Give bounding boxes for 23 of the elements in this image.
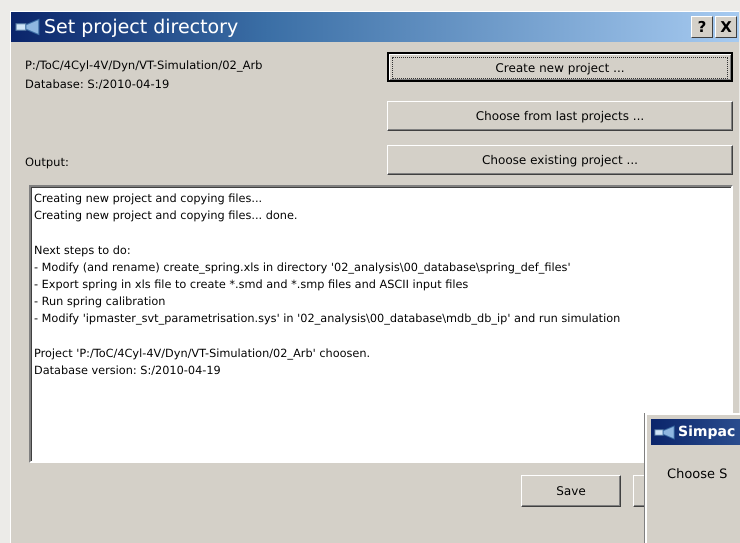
output-label: Output: [25, 155, 69, 171]
help-button[interactable]: ? [691, 16, 713, 38]
log-line: Project 'P:/ToC/4Cyl-4V/Dyn/VT-Simulation/02_Arb' choosen. [34, 346, 372, 362]
popup-title: Simpac [678, 424, 736, 440]
log-line: - Modify 'ipmaster_svt_parametrisation.sys' in '02_analysis\00_database\mdb_db_ip' and run simulation [34, 311, 622, 328]
close-button[interactable]: X [715, 16, 737, 38]
project-button[interactable]: Choose existing project ... [387, 145, 733, 175]
log-line: Creating new project and copying files... [34, 191, 264, 207]
app-icon [15, 18, 41, 36]
log-line: - Run spring calibration [34, 294, 166, 310]
popup-message: Choose S [667, 467, 728, 482]
project-button[interactable]: Create new project ... [387, 52, 733, 82]
project-button[interactable]: Choose from last projects ... [387, 101, 733, 131]
log-line: Database version: S:/2010-04-19 [34, 363, 222, 379]
log-line: Next steps to do: [34, 242, 132, 259]
save-button[interactable]: Save [521, 475, 621, 507]
app-icon [654, 424, 676, 440]
log-line: - Export spring in xls file to create *.smd and *.smp files and ASCII input files [34, 277, 470, 293]
window-title: Set project directory [44, 16, 238, 38]
database-label: Database: S:/2010-04-19 [25, 76, 170, 93]
log-line: - Modify (and rename) create_spring.xls in directory '02_analysis\00_database\spring_def_files' [34, 260, 572, 276]
log-line: Creating new project and copying files... done. [34, 208, 299, 224]
project-path: P:/ToC/4Cyl-4V/Dyn/VT-Simulation/02_Arb [25, 57, 262, 74]
